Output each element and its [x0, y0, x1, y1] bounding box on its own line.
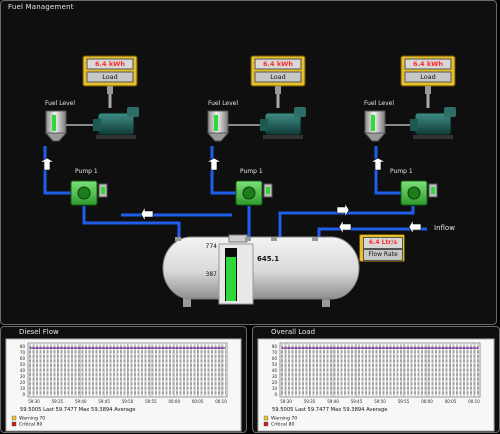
legend-swatch [11, 415, 17, 421]
y-tick-label: 10 [272, 386, 278, 391]
legend-swatch [11, 421, 17, 427]
fuel-tank-1[interactable] [44, 110, 93, 142]
legend-label: Warning 70 [19, 416, 45, 422]
y-tick-label: 60 [272, 356, 278, 361]
tank-scale-min: 0 [213, 299, 217, 306]
y-tick-label: 10 [20, 386, 26, 391]
x-tick-label: 59:30 [28, 399, 40, 404]
x-tick-label: 00:00 [168, 399, 180, 404]
generator-3[interactable] [410, 107, 456, 139]
y-tick-label: 60 [20, 356, 26, 361]
x-tick-label: 00:05 [192, 399, 204, 404]
trend-stats: 59.5005 Last 59.7477 Max 59.3894 Average [272, 407, 387, 413]
pump-label-2: Pump 1 [240, 168, 263, 175]
pump-1[interactable] [70, 180, 108, 206]
y-tick-label: 30 [20, 374, 26, 379]
x-tick-label: 59:55 [398, 399, 410, 404]
diesel-flow-title: Diesel Flow [19, 328, 59, 336]
x-tick-label: 59:40 [327, 399, 339, 404]
x-tick-label: 59:55 [145, 399, 157, 404]
flow-rate-display[interactable]: 6.4 Ltr/s Flow Rate [359, 234, 405, 262]
tank-level-value: 645.1 [257, 255, 279, 263]
legend-label: Critical 80 [271, 422, 294, 428]
overall-load-title: Overall Load [271, 328, 316, 336]
trend-stats: 59.5005 Last 59.7477 Max 59.3894 Average [20, 407, 135, 413]
diesel-flow-panel: Diesel Flow 80 70 60 50 40 30 20 10 0 59:30 59:35 5… [0, 326, 247, 433]
tank-scale-max: 774 [206, 243, 218, 250]
x-tick-label: 59:50 [374, 399, 386, 404]
load-value-3: 6.4 kWh [413, 60, 443, 68]
x-tick-label: 59:35 [52, 399, 64, 404]
tank-level-bar [226, 257, 236, 301]
fuel-tank-3[interactable] [363, 110, 410, 142]
load-value-1: 6.4 kWh [95, 60, 125, 68]
load-value-2: 6.4 kWh [263, 60, 293, 68]
load-label-3: Load [420, 73, 436, 81]
inflow-label: Inflow [434, 224, 455, 232]
tank-scale-mid: 387 [206, 271, 218, 278]
y-tick-label: 50 [20, 362, 26, 367]
y-tick-label: 50 [272, 362, 278, 367]
fuel-tank-2[interactable] [206, 110, 260, 142]
x-tick-label: 59:50 [122, 399, 134, 404]
generator-1[interactable] [93, 107, 139, 139]
y-tick-label: 80 [272, 344, 278, 349]
y-tick-label: 80 [20, 344, 26, 349]
x-tick-label: 59:45 [98, 399, 110, 404]
pump-2[interactable] [235, 180, 273, 206]
pump-label-1: Pump 1 [75, 168, 98, 175]
storage-tank[interactable]: 774 387 0 645.1 [162, 234, 360, 307]
fuel-level-label-3: Fuel Level [364, 100, 395, 107]
y-tick-label: 40 [20, 368, 26, 373]
load-label-2: Load [270, 73, 286, 81]
x-tick-label: 59:30 [280, 399, 292, 404]
x-tick-label: 00:00 [421, 399, 433, 404]
fuel-level-label-1: Fuel Level [45, 100, 76, 107]
x-tick-label: 59:45 [351, 399, 363, 404]
y-tick-label: 70 [272, 350, 278, 355]
legend-swatch [263, 415, 269, 421]
process-diagram: 774 387 0 645.1 [38, 55, 456, 307]
x-tick-label: 59:40 [75, 399, 87, 404]
y-tick-label: 30 [272, 374, 278, 379]
x-tick-label: 59:35 [304, 399, 316, 404]
fuel-level-label-2: Fuel Level [208, 100, 239, 107]
load-label-1: Load [102, 73, 118, 81]
x-tick-label: 00:10 [468, 399, 480, 404]
x-tick-label: 00:10 [215, 399, 227, 404]
legend-label: Warning 70 [271, 416, 297, 422]
fuel-management-panel: Fuel Management 774 387 0 645.1 6.4 kWh … [0, 0, 497, 325]
y-tick-label: 40 [272, 368, 278, 373]
y-tick-label: 20 [272, 380, 278, 385]
x-tick-label: 00:05 [445, 399, 457, 404]
overall-load-panel: Overall Load 80 70 60 50 40 30 20 10 0 59:30 59:35… [252, 326, 500, 433]
legend-swatch [263, 421, 269, 427]
legend-label: Critical 80 [19, 422, 42, 428]
pump-label-3: Pump 1 [390, 168, 413, 175]
flow-rate-value: 6.4 Ltr/s [363, 237, 403, 249]
y-tick-label: 70 [20, 350, 26, 355]
trend-chart: 8070605040302010059:30 59:35 59:40 59:45 59:… [5, 338, 242, 432]
generator-2[interactable] [260, 107, 306, 139]
trend-chart: 8070605040302010059:30 59:35 59:40 59:45 59:… [257, 338, 495, 432]
flow-rate-label: Flow Rate [363, 249, 403, 261]
y-tick-label: 20 [20, 380, 26, 385]
pump-3[interactable] [400, 180, 438, 206]
